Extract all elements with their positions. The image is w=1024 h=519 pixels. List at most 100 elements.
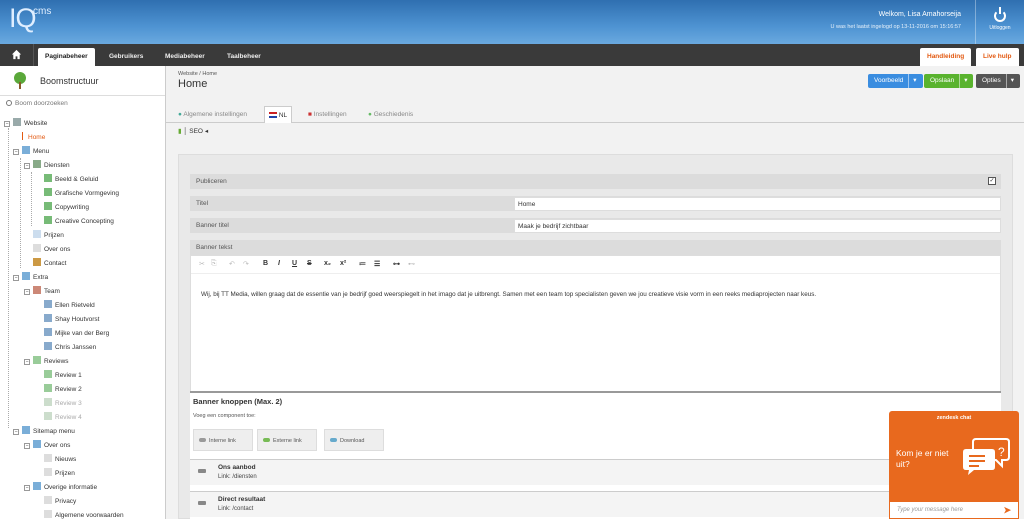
link-icon[interactable]: ⊶ — [393, 260, 400, 268]
rich-text-editor[interactable]: ✂ ⎘ ↶ ↷ B I U S x₂ x² ≔ ☰ ⊶ ⊷ Wij, bij T… — [190, 255, 1001, 400]
unlink-icon[interactable]: ⊷ — [408, 260, 415, 268]
tree-node-prijzen[interactable]: Prijzen — [33, 230, 64, 242]
tab-general-settings[interactable]: ● Algemene instellingen — [174, 106, 251, 123]
tab-settings[interactable]: ■ Instellingen — [304, 106, 351, 123]
tree-node-diensten[interactable]: − Diensten — [24, 160, 70, 172]
tree-node-review-3[interactable]: Review 3 — [44, 398, 82, 410]
tree-node-review-1[interactable]: Review 1 — [44, 370, 82, 382]
node-label: Ellen Rietveld — [55, 302, 95, 309]
seo-toggle[interactable]: ▮ │ SEO ◂ — [178, 127, 208, 135]
save-button[interactable]: Opslaan ▾ — [924, 74, 974, 88]
undo-icon[interactable]: ↶ — [229, 260, 235, 268]
tree-node-contact[interactable]: Contact — [33, 258, 66, 270]
link-icon — [199, 438, 206, 442]
tree-node-team[interactable]: − Team — [24, 286, 60, 298]
tree-node-overige[interactable]: − Overige informatie — [24, 482, 97, 494]
tree-node-nieuws[interactable]: Nieuws — [44, 454, 76, 466]
copy-icon[interactable]: ⎘ — [211, 260, 217, 268]
superscript-icon[interactable]: x² — [340, 260, 346, 267]
cut-icon[interactable]: ✂ — [199, 260, 205, 268]
tree-node-extra[interactable]: − Extra — [13, 272, 48, 284]
banner-title-input[interactable]: Maak je bedrijf zichtbaar — [514, 219, 1001, 233]
tab-mediabeheer[interactable]: Mediabeheer — [158, 48, 212, 66]
page-icon — [44, 188, 52, 196]
tree-node-review-2[interactable]: Review 2 — [44, 384, 82, 396]
tree-node-chris[interactable]: Chris Janssen — [44, 342, 96, 354]
content-tabs: ● Algemene instellingen NL ■ Instellinge… — [166, 103, 1024, 123]
team-icon — [33, 286, 41, 294]
strike-icon[interactable]: S — [307, 260, 312, 267]
button-label: Interne link — [209, 438, 236, 444]
add-external-link-button[interactable]: Externe link — [257, 429, 317, 451]
numbered-list-icon[interactable]: ≔ — [359, 260, 366, 268]
tab-gebruikers[interactable]: Gebruikers — [102, 48, 150, 66]
banner-text-row: Banner tekst — [190, 240, 1001, 255]
chat-widget[interactable]: zendesk chat Kom je er niet uit? ? Type … — [889, 411, 1019, 519]
tab-history[interactable]: ● Geschiedenis — [364, 106, 417, 123]
person-icon — [44, 314, 52, 322]
preview-button[interactable]: Voorbeeld ▾ — [868, 74, 923, 88]
tree-node-shay[interactable]: Shay Houtvorst — [44, 314, 99, 326]
tree-node-sitemap-prijzen[interactable]: Prijzen — [44, 468, 75, 480]
title-input[interactable]: Home — [514, 197, 1001, 211]
drag-handle-icon[interactable] — [198, 469, 206, 473]
add-component-label: Voeg een component toe: — [193, 413, 256, 419]
tree-node-ellen[interactable]: Ellen Rietveld — [44, 300, 95, 312]
node-label: Chris Janssen — [55, 344, 97, 351]
tree-node-voorwaarden[interactable]: Algemene voorwaarden — [44, 510, 124, 519]
item-link: Link: /contact — [218, 506, 254, 512]
bullet-list-icon[interactable]: ☰ — [374, 260, 380, 268]
tree-node-review-4[interactable]: Review 4 — [44, 412, 82, 424]
tab-taalbeheer[interactable]: Taalbeheer — [220, 48, 268, 66]
tree-node-website[interactable]: − Website — [4, 118, 47, 130]
chat-input[interactable]: Type your message here ➤ — [889, 501, 1019, 519]
node-label: Review 1 — [55, 372, 82, 379]
tree-node-menu[interactable]: − Menu — [13, 146, 49, 158]
add-download-button[interactable]: Download — [324, 429, 384, 451]
list-item[interactable]: Direct resultaat Link: /contact — [190, 491, 1001, 517]
publish-row: Publiceren ✓ — [190, 174, 1001, 189]
tree-node-reviews[interactable]: − Reviews — [24, 356, 69, 368]
tree-node-sitemap-menu[interactable]: − Sitemap menu — [13, 426, 75, 438]
publish-label: Publiceren — [196, 178, 227, 185]
tree-node-sitemap-over-ons[interactable]: − Over ons — [24, 440, 70, 452]
page-icon — [44, 510, 52, 518]
banner-title-row: Banner titel Maak je bedrijf zichtbaar — [190, 218, 1001, 233]
tree-node-copywriting[interactable]: Copywriting — [44, 202, 89, 214]
home-button[interactable] — [0, 44, 34, 66]
tree-search-input[interactable]: Boom doorzoeken — [6, 100, 68, 107]
redo-icon[interactable]: ↷ — [243, 260, 249, 268]
tree-node-over-ons[interactable]: Over ons — [33, 244, 70, 256]
tree-node-grafische[interactable]: Grafische Vormgeving — [44, 188, 119, 200]
add-internal-link-button[interactable]: Interne link — [193, 429, 253, 451]
tab-nl[interactable]: NL — [264, 106, 293, 123]
node-label: Review 4 — [55, 414, 82, 421]
logout-button[interactable]: Uitloggen — [975, 0, 1024, 44]
tree-node-privacy[interactable]: Privacy — [44, 496, 76, 508]
send-icon[interactable]: ➤ — [1003, 505, 1011, 516]
underline-icon[interactable]: U — [292, 260, 297, 267]
tree-node-beeld-geluid[interactable]: Beeld & Geluid — [44, 174, 98, 186]
subscript-icon[interactable]: x₂ — [324, 260, 331, 267]
bold-icon[interactable]: B — [263, 260, 268, 267]
node-label: Prijzen — [55, 470, 75, 477]
manual-button[interactable]: Handleiding — [920, 48, 972, 66]
live-help-button[interactable]: Live hulp — [976, 48, 1019, 66]
italic-icon[interactable]: I — [278, 260, 280, 267]
tree-node-creative[interactable]: Creative Concepting — [44, 216, 114, 228]
chevron-down-icon: ▾ — [959, 74, 967, 88]
node-label: Contact — [44, 260, 67, 267]
page-icon — [33, 230, 41, 238]
tab-label: NL — [278, 112, 288, 119]
tree-node-home[interactable]: Home — [22, 132, 45, 144]
list-item[interactable]: Ons aanbod Link: /diensten — [190, 459, 1001, 485]
tab-paginabeheer[interactable]: Paginabeheer — [38, 48, 95, 66]
node-label: Review 2 — [55, 386, 82, 393]
breadcrumb: Website / Home — [178, 71, 218, 77]
editor-text[interactable]: Wij, bij TT Media, willen graag dat de e… — [201, 291, 816, 298]
options-button[interactable]: Opties ▾ — [976, 74, 1021, 88]
publish-checkbox[interactable]: ✓ — [988, 177, 996, 185]
tree-node-mijke[interactable]: Mijke van der Berg — [44, 328, 109, 340]
drag-handle-icon[interactable] — [198, 501, 206, 505]
page-icon — [44, 496, 52, 504]
